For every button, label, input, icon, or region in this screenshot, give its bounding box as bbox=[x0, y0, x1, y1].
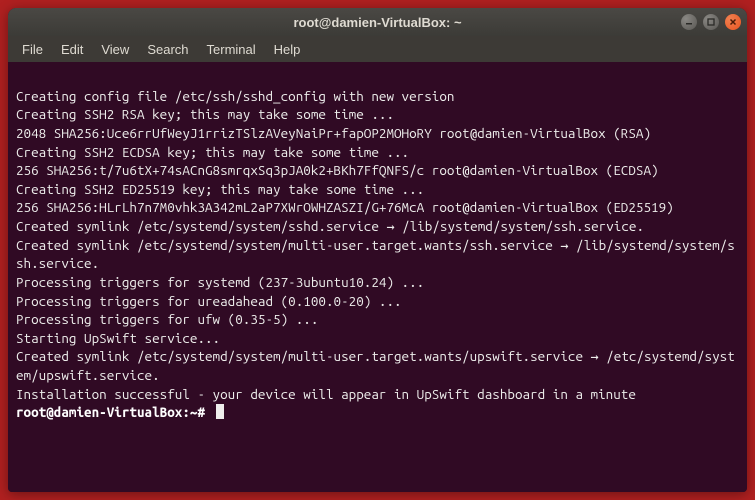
terminal-line: Processing triggers for ufw (0.35-5) ... bbox=[16, 310, 739, 329]
terminal-line: Processing triggers for systemd (237-3ub… bbox=[16, 273, 739, 292]
maximize-button[interactable] bbox=[703, 14, 719, 30]
terminal-line: Creating SSH2 RSA key; this may take som… bbox=[16, 105, 739, 124]
terminal-prompt-line[interactable]: root@damien-VirtualBox:~# bbox=[16, 404, 224, 420]
menu-view[interactable]: View bbox=[93, 39, 137, 60]
titlebar[interactable]: root@damien-VirtualBox: ~ bbox=[8, 8, 747, 36]
terminal-line: Created symlink /etc/systemd/system/mult… bbox=[16, 347, 739, 384]
window-title: root@damien-VirtualBox: ~ bbox=[16, 15, 739, 30]
menu-terminal[interactable]: Terminal bbox=[199, 39, 264, 60]
terminal-prompt: root@damien-VirtualBox:~# bbox=[16, 404, 213, 420]
terminal-line: 256 SHA256:t/7u6tX+74sACnG8smrqxSq3pJA0k… bbox=[16, 161, 739, 180]
terminal-line: Starting UpSwift service... bbox=[16, 329, 739, 348]
terminal-line: Creating SSH2 ECDSA key; this may take s… bbox=[16, 143, 739, 162]
terminal-line: Installation successful - your device wi… bbox=[16, 385, 739, 404]
maximize-icon bbox=[707, 18, 715, 26]
terminal-line: 2048 SHA256:Uce6rrUfWeyJ1rrizTSlzAVeyNai… bbox=[16, 124, 739, 143]
terminal-output[interactable]: Creating config file /etc/ssh/sshd_confi… bbox=[8, 62, 747, 492]
menu-help[interactable]: Help bbox=[266, 39, 309, 60]
menu-search[interactable]: Search bbox=[139, 39, 196, 60]
cursor-icon bbox=[216, 404, 224, 419]
terminal-line: Creating config file /etc/ssh/sshd_confi… bbox=[16, 87, 739, 106]
terminal-window: root@damien-VirtualBox: ~ File Edit View… bbox=[8, 8, 747, 492]
terminal-line: 256 SHA256:HLrLh7n7M0vhk3A342mL2aP7XWrOW… bbox=[16, 198, 739, 217]
menubar: File Edit View Search Terminal Help bbox=[8, 36, 747, 62]
terminal-line bbox=[16, 68, 739, 87]
window-controls bbox=[681, 14, 741, 30]
minimize-button[interactable] bbox=[681, 14, 697, 30]
terminal-line: Created symlink /etc/systemd/system/sshd… bbox=[16, 217, 739, 236]
terminal-line: Created symlink /etc/systemd/system/mult… bbox=[16, 236, 739, 273]
close-button[interactable] bbox=[725, 14, 741, 30]
terminal-line: Creating SSH2 ED25519 key; this may take… bbox=[16, 180, 739, 199]
terminal-line: Processing triggers for ureadahead (0.10… bbox=[16, 292, 739, 311]
close-icon bbox=[729, 18, 737, 26]
menu-edit[interactable]: Edit bbox=[53, 39, 91, 60]
minimize-icon bbox=[685, 18, 693, 26]
menu-file[interactable]: File bbox=[14, 39, 51, 60]
